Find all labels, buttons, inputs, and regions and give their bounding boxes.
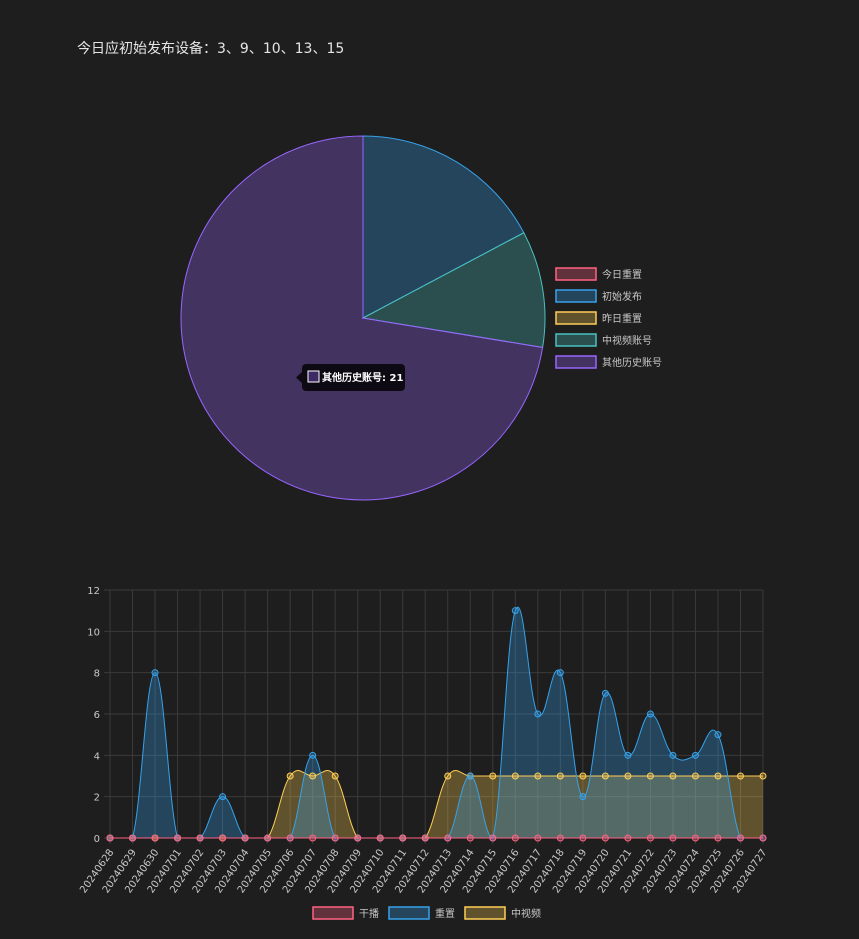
legend-label-3[interactable]: 中视频账号 xyxy=(602,334,652,347)
y-tick-label: 12 xyxy=(87,586,100,597)
data-point[interactable] xyxy=(466,834,474,842)
data-point[interactable] xyxy=(466,772,474,780)
data-point[interactable] xyxy=(309,772,317,780)
data-point[interactable] xyxy=(196,834,204,842)
data-point[interactable] xyxy=(219,793,227,801)
data-point[interactable] xyxy=(151,834,159,842)
data-point[interactable] xyxy=(309,834,317,842)
data-point[interactable] xyxy=(714,834,722,842)
data-point[interactable] xyxy=(241,834,249,842)
data-point[interactable] xyxy=(601,834,609,842)
data-point[interactable] xyxy=(219,834,227,842)
data-point[interactable] xyxy=(624,834,632,842)
data-point[interactable] xyxy=(556,772,564,780)
data-point[interactable] xyxy=(714,731,722,739)
data-point[interactable] xyxy=(286,772,294,780)
legend-swatch-2[interactable] xyxy=(555,311,597,325)
y-tick-label: 6 xyxy=(94,710,100,721)
data-point[interactable] xyxy=(624,751,632,759)
legend-label-2[interactable]: 昨日重置 xyxy=(602,312,642,325)
data-point[interactable] xyxy=(444,834,452,842)
legend-swatch-3[interactable] xyxy=(555,333,597,347)
data-point[interactable] xyxy=(646,710,654,718)
data-point[interactable] xyxy=(511,834,519,842)
data-point[interactable] xyxy=(579,834,587,842)
legend-label-0[interactable]: 今日重置 xyxy=(602,268,642,281)
data-point[interactable] xyxy=(264,834,272,842)
data-point[interactable] xyxy=(106,834,114,842)
data-point[interactable] xyxy=(691,772,699,780)
data-point[interactable] xyxy=(714,772,722,780)
y-tick-label: 10 xyxy=(87,627,100,638)
data-point[interactable] xyxy=(736,772,744,780)
data-point[interactable] xyxy=(669,751,677,759)
data-point[interactable] xyxy=(669,772,677,780)
data-point[interactable] xyxy=(174,834,182,842)
legend-swatch-0[interactable] xyxy=(312,906,354,920)
data-point[interactable] xyxy=(646,772,654,780)
data-point[interactable] xyxy=(601,689,609,697)
pie-chart: 今日重置初始发布昨日重置中视频账号其他历史账号其他历史账号: 21 xyxy=(180,135,662,501)
legend-label-2[interactable]: 中视频 xyxy=(511,907,541,920)
data-point[interactable] xyxy=(534,772,542,780)
data-point[interactable] xyxy=(489,772,497,780)
data-point[interactable] xyxy=(376,834,384,842)
data-point[interactable] xyxy=(309,751,317,759)
data-point[interactable] xyxy=(489,834,497,842)
data-point[interactable] xyxy=(444,772,452,780)
legend-swatch-1[interactable] xyxy=(388,906,430,920)
data-point[interactable] xyxy=(354,834,362,842)
y-tick-label: 8 xyxy=(94,669,100,680)
pie-tooltip: 其他历史账号: 21 xyxy=(296,364,405,391)
data-point[interactable] xyxy=(399,834,407,842)
legend-label-0[interactable]: 干播 xyxy=(359,907,379,920)
dashboard-page: 今日应初始发布设备：3、9、10、13、15 今日重置初始发布昨日重置中视频账号… xyxy=(0,0,859,939)
data-point[interactable] xyxy=(669,834,677,842)
data-point[interactable] xyxy=(331,834,339,842)
y-tick-label: 2 xyxy=(94,793,100,804)
data-point[interactable] xyxy=(151,669,159,677)
data-point[interactable] xyxy=(691,834,699,842)
data-point[interactable] xyxy=(556,834,564,842)
data-point[interactable] xyxy=(511,607,519,615)
data-point[interactable] xyxy=(534,710,542,718)
data-point[interactable] xyxy=(601,772,609,780)
data-point[interactable] xyxy=(286,834,294,842)
data-point[interactable] xyxy=(736,834,744,842)
tooltip-swatch xyxy=(307,370,320,383)
legend-swatch-4[interactable] xyxy=(555,355,597,369)
data-point[interactable] xyxy=(759,772,767,780)
data-point[interactable] xyxy=(646,834,654,842)
legend-label-1[interactable]: 初始发布 xyxy=(602,290,642,303)
legend-label-4[interactable]: 其他历史账号 xyxy=(602,356,662,369)
data-point[interactable] xyxy=(579,793,587,801)
data-point[interactable] xyxy=(691,751,699,759)
page-title: 今日应初始发布设备：3、9、10、13、15 xyxy=(77,41,345,57)
legend-label-1[interactable]: 重置 xyxy=(435,907,455,920)
area-chart: 0246810122024062820240629202406302024070… xyxy=(78,586,769,920)
data-point[interactable] xyxy=(129,834,137,842)
data-point[interactable] xyxy=(579,772,587,780)
tooltip-label: 其他历史账号: 21 xyxy=(322,371,403,384)
legend-swatch-2[interactable] xyxy=(464,906,506,920)
y-tick-label: 0 xyxy=(94,834,100,845)
y-tick-label: 4 xyxy=(94,751,100,762)
data-point[interactable] xyxy=(759,834,767,842)
series-area-1 xyxy=(110,607,763,838)
legend-swatch-1[interactable] xyxy=(555,289,597,303)
legend-swatch-0[interactable] xyxy=(555,267,597,281)
data-point[interactable] xyxy=(624,772,632,780)
data-point[interactable] xyxy=(421,834,429,842)
data-point[interactable] xyxy=(331,772,339,780)
data-point[interactable] xyxy=(556,669,564,677)
data-point[interactable] xyxy=(511,772,519,780)
data-point[interactable] xyxy=(534,834,542,842)
